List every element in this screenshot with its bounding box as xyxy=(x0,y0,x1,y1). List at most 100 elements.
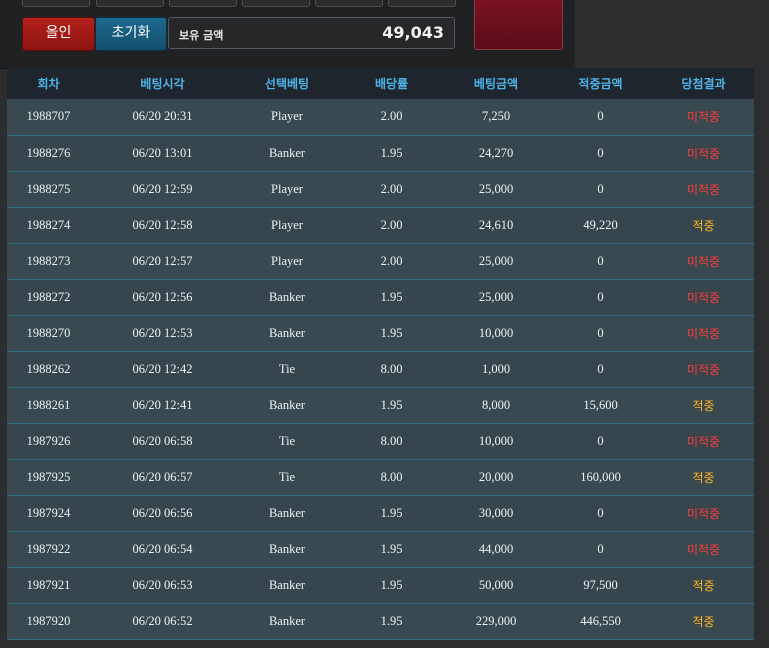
round-cell: 1988270 xyxy=(7,315,90,352)
bet-time-cell: 06/20 12:56 xyxy=(90,279,235,316)
round-cell: 1988272 xyxy=(7,279,90,316)
bet-amount-cell: 24,610 xyxy=(444,207,548,244)
chip-button-6[interactable] xyxy=(388,0,456,7)
result-cell: 미적중 xyxy=(653,423,754,460)
odds-cell: 1.95 xyxy=(339,531,444,568)
bet-time-cell: 06/20 12:59 xyxy=(90,171,235,208)
selection-cell: Player xyxy=(235,171,339,208)
result-cell: 미적중 xyxy=(653,315,754,352)
reset-button[interactable]: 초기화 xyxy=(95,17,167,51)
header-win-amount: 적중금액 xyxy=(578,77,623,91)
win-amount-cell: 0 xyxy=(548,315,653,352)
win-amount-cell: 0 xyxy=(548,495,653,532)
round-cell: 1988274 xyxy=(7,207,90,244)
bet-time-cell: 06/20 12:57 xyxy=(90,243,235,280)
round-cell: 1988261 xyxy=(7,387,90,424)
chip-button-3[interactable] xyxy=(169,0,237,7)
result-cell: 적중 xyxy=(653,567,754,604)
bet-amount-cell: 25,000 xyxy=(444,171,548,208)
table-row: 1987925 06/20 06:57 Tie 8.00 20,000 160,000 적중 xyxy=(7,459,754,496)
result-cell: 적중 xyxy=(653,603,754,640)
bet-amount-cell: 24,270 xyxy=(444,135,548,172)
selection-cell: Player xyxy=(235,207,339,244)
bet-time-cell: 06/20 06:52 xyxy=(90,603,235,640)
round-cell: 1988276 xyxy=(7,135,90,172)
round-cell: 1987922 xyxy=(7,531,90,568)
table-row: 1988272 06/20 12:56 Banker 1.95 25,000 0 미적중 xyxy=(7,279,754,316)
selection-cell: Banker xyxy=(235,567,339,604)
table-row: 1988273 06/20 12:57 Player 2.00 25,000 0 미적중 xyxy=(7,243,754,280)
bet-amount-cell: 229,000 xyxy=(444,603,548,640)
table-row: 1988275 06/20 12:59 Player 2.00 25,000 0 미적중 xyxy=(7,171,754,208)
bet-amount-cell: 10,000 xyxy=(444,423,548,460)
selection-cell: Player xyxy=(235,243,339,280)
bet-time-cell: 06/20 12:42 xyxy=(90,351,235,388)
table-row: 1987920 06/20 06:52 Banker 1.95 229,000 446,5… xyxy=(7,603,754,640)
result-cell: 적중 xyxy=(653,387,754,424)
win-amount-cell: 446,550 xyxy=(548,603,653,640)
win-amount-cell: 0 xyxy=(548,279,653,316)
chip-button-2[interactable] xyxy=(96,0,164,7)
odds-cell: 8.00 xyxy=(339,423,444,460)
table-row: 1988270 06/20 12:53 Banker 1.95 10,000 0 미적중 xyxy=(7,315,754,352)
table-header-row: 회차 베팅시각 선택베팅 배당률 베팅금액 적중금액 당첨결과 xyxy=(7,68,754,99)
bet-amount-cell: 50,000 xyxy=(444,567,548,604)
round-cell: 1987921 xyxy=(7,567,90,604)
bet-amount-cell: 10,000 xyxy=(444,315,548,352)
bet-time-cell: 06/20 06:53 xyxy=(90,567,235,604)
win-amount-cell: 0 xyxy=(548,531,653,568)
bet-history-table: 회차 베팅시각 선택베팅 배당률 베팅금액 적중금액 당첨결과 1988707 0… xyxy=(7,68,754,640)
bet-amount-cell: 8,000 xyxy=(444,387,548,424)
table-row: 1988261 06/20 12:41 Banker 1.95 8,000 15,600 적… xyxy=(7,387,754,424)
result-cell: 미적중 xyxy=(653,531,754,568)
round-cell: 1987925 xyxy=(7,459,90,496)
bet-amount-cell: 20,000 xyxy=(444,459,548,496)
bet-time-cell: 06/20 20:31 xyxy=(90,99,235,136)
chip-button-4[interactable] xyxy=(242,0,310,7)
allin-button[interactable]: 올인 xyxy=(22,17,95,51)
chip-button-5[interactable] xyxy=(315,0,383,7)
table-row: 1988274 06/20 12:58 Player 2.00 24,610 49,220… xyxy=(7,207,754,244)
balance-value: 49,043 xyxy=(382,23,444,42)
round-cell: 1988275 xyxy=(7,171,90,208)
selection-cell: Tie xyxy=(235,423,339,460)
table-row: 1987924 06/20 06:56 Banker 1.95 30,000 0 미적중 xyxy=(7,495,754,532)
bet-time-cell: 06/20 13:01 xyxy=(90,135,235,172)
win-amount-cell: 0 xyxy=(548,243,653,280)
selection-cell: Banker xyxy=(235,135,339,172)
odds-cell: 1.95 xyxy=(339,567,444,604)
win-amount-cell: 0 xyxy=(548,99,653,136)
odds-cell: 1.95 xyxy=(339,387,444,424)
win-amount-cell: 160,000 xyxy=(548,459,653,496)
selection-cell: Banker xyxy=(235,495,339,532)
bet-time-cell: 06/20 12:53 xyxy=(90,315,235,352)
bet-amount-cell: 7,250 xyxy=(444,99,548,136)
round-cell: 1988273 xyxy=(7,243,90,280)
odds-cell: 1.95 xyxy=(339,603,444,640)
balance-label: 보유 금액 xyxy=(179,29,224,42)
odds-cell: 2.00 xyxy=(339,99,444,136)
selection-cell: Tie xyxy=(235,351,339,388)
bet-time-cell: 06/20 06:54 xyxy=(90,531,235,568)
header-odds: 배당률 xyxy=(374,77,409,91)
place-bet-button[interactable] xyxy=(474,0,563,50)
chip-button-1[interactable] xyxy=(22,0,90,7)
round-cell: 1987926 xyxy=(7,423,90,460)
bet-amount-cell: 25,000 xyxy=(444,279,548,316)
round-cell: 1988262 xyxy=(7,351,90,388)
result-cell: 미적중 xyxy=(653,135,754,172)
win-amount-cell: 49,220 xyxy=(548,207,653,244)
bet-control-panel: 올인 초기화 보유 금액 49,043 xyxy=(0,0,575,69)
bet-amount-cell: 25,000 xyxy=(444,243,548,280)
table-row: 1987926 06/20 06:58 Tie 8.00 10,000 0 미적중 xyxy=(7,423,754,460)
odds-cell: 2.00 xyxy=(339,243,444,280)
win-amount-cell: 0 xyxy=(548,423,653,460)
result-cell: 미적중 xyxy=(653,171,754,208)
header-round: 회차 xyxy=(37,77,60,91)
result-cell: 적중 xyxy=(653,459,754,496)
odds-cell: 1.95 xyxy=(339,495,444,532)
bet-amount-cell: 1,000 xyxy=(444,351,548,388)
win-amount-cell: 0 xyxy=(548,351,653,388)
selection-cell: Banker xyxy=(235,315,339,352)
selection-cell: Banker xyxy=(235,603,339,640)
